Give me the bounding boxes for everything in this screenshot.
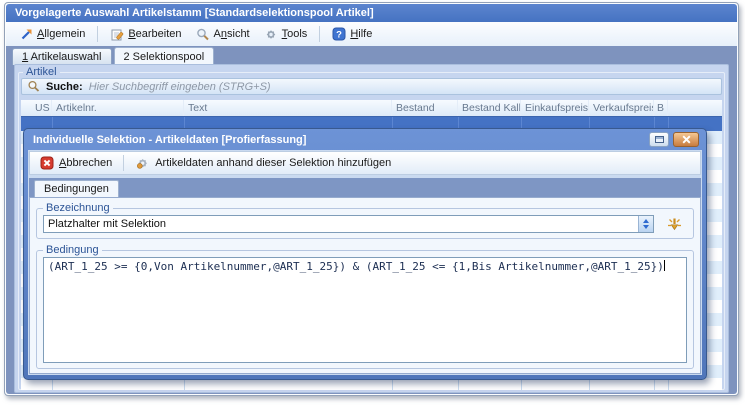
- column-header-einkaufspreis[interactable]: Einkaufspreis: [521, 100, 589, 116]
- selection-dialog: Individuelle Selektion - Artikeldaten [P…: [23, 128, 707, 380]
- apply-placeholder-icon[interactable]: [666, 216, 683, 232]
- main-window: Vorgelagerte Auswahl Artikelstamm [Stand…: [4, 2, 739, 396]
- menu-hilfe[interactable]: ? Hilfe: [326, 25, 378, 43]
- menu-item-label: Bearbeiten: [128, 28, 181, 40]
- cancel-button[interactable]: Abbrechen: [34, 154, 118, 172]
- cancel-button-label: Abbrechen: [59, 157, 112, 169]
- menu-item-label: Allgemein: [37, 28, 85, 40]
- column-header-artikelnr[interactable]: Artikelnr.: [52, 100, 184, 116]
- tab-selektionspool[interactable]: 2 Selektionspool: [114, 47, 215, 65]
- menu-separator: [97, 26, 98, 42]
- tab-label: Bedingungen: [44, 183, 109, 195]
- menu-item-label: Tools: [282, 28, 308, 40]
- menu-item-label: Hilfe: [350, 28, 372, 40]
- application-backdrop: Vorgelagerte Auswahl Artikelstamm [Stand…: [0, 0, 745, 406]
- magnifier-icon: [196, 28, 210, 41]
- artikel-group-label: Artikel: [23, 66, 60, 78]
- menu-tools[interactable]: Tools: [258, 26, 314, 43]
- table-header-row: US Artikelnr. Text Bestand Bestand Kalk.…: [21, 100, 722, 116]
- dialog-titlebar[interactable]: Individuelle Selektion - Artikeldaten [P…: [24, 129, 706, 150]
- bezeichnung-row: Platzhalter mit Selektion: [43, 215, 687, 233]
- column-header-bestand-kalk[interactable]: Bestand Kalk.: [458, 100, 521, 116]
- search-input-placeholder[interactable]: Hier Suchbegriff eingeben (STRG+S): [89, 81, 271, 93]
- close-button[interactable]: [673, 132, 699, 147]
- spinner-down-icon: [643, 225, 649, 229]
- search-bar[interactable]: Suche: Hier Suchbegriff eingeben (STRG+S…: [21, 78, 722, 95]
- restore-button[interactable]: [649, 132, 669, 147]
- menu-bar: Allgemein Bearbeiten Ansicht Tools: [6, 22, 737, 46]
- svg-text:?: ?: [336, 30, 342, 41]
- window-title: Vorgelagerte Auswahl Artikelstamm [Stand…: [15, 7, 374, 19]
- column-header-bestand[interactable]: Bestand: [392, 100, 458, 116]
- add-articles-button[interactable]: Artikeldaten anhand dieser Selektion hin…: [129, 154, 397, 172]
- menu-separator: [319, 26, 320, 42]
- bezeichnung-selected-value: Platzhalter mit Selektion: [44, 216, 638, 232]
- help-icon: ?: [332, 27, 346, 41]
- text-caret: [664, 260, 665, 271]
- gear-icon: [264, 28, 278, 41]
- edit-notebook-icon: [110, 28, 124, 41]
- bedingung-group-label: Bedingung: [43, 244, 102, 256]
- bezeichnung-group-label: Bezeichnung: [43, 202, 113, 214]
- main-tabstrip: 1 Artikelauswahl 2 Selektionspool: [6, 46, 737, 65]
- column-header-text[interactable]: Text: [184, 100, 392, 116]
- column-header-filler: [668, 100, 722, 116]
- tab-label: 2 Selektionspool: [124, 51, 205, 63]
- column-header-verkaufspreis[interactable]: Verkaufspreis: [589, 100, 654, 116]
- tab-bedingungen[interactable]: Bedingungen: [34, 180, 119, 197]
- cancel-x-icon: [40, 156, 54, 170]
- column-header-us[interactable]: US: [21, 100, 52, 116]
- dialog-toolbar: Abbrechen Artikeldaten anhand dieser Sel…: [29, 151, 701, 175]
- dialog-title: Individuelle Selektion - Artikeldaten [P…: [33, 134, 306, 146]
- menu-ansicht[interactable]: Ansicht: [190, 26, 256, 43]
- restore-icon: [655, 136, 664, 143]
- main-titlebar[interactable]: Vorgelagerte Auswahl Artikelstamm [Stand…: [6, 4, 737, 22]
- menu-bearbeiten[interactable]: Bearbeiten: [104, 26, 187, 43]
- column-header-b[interactable]: B: [654, 100, 668, 116]
- toolbar-separator: [123, 155, 124, 171]
- dialog-body: Abbrechen Artikeldaten anhand dieser Sel…: [28, 150, 702, 375]
- bezeichnung-group: Bezeichnung Platzhalter mit Selektion: [36, 202, 694, 239]
- add-articles-button-label: Artikeldaten anhand dieser Selektion hin…: [155, 157, 391, 169]
- bezeichnung-select[interactable]: Platzhalter mit Selektion: [43, 215, 654, 233]
- add-selection-icon: [135, 156, 150, 170]
- dialog-content: Bezeichnung Platzhalter mit Selektion: [29, 197, 701, 374]
- tab-artikelauswahl[interactable]: 1 Artikelauswahl: [12, 48, 112, 65]
- bedingung-textarea[interactable]: (ART_1_25 >= {0,Von Artikelnummer,@ART_1…: [43, 257, 687, 363]
- combo-spinner[interactable]: [638, 216, 653, 232]
- spinner-up-icon: [643, 219, 649, 223]
- search-label: Suche:: [46, 81, 83, 93]
- bedingung-group: Bedingung (ART_1_25 >= {0,Von Artikelnum…: [36, 244, 694, 369]
- bedingung-expression: (ART_1_25 >= {0,Von Artikelnummer,@ART_1…: [48, 260, 664, 273]
- tab-label: 1 Artikelauswahl: [22, 51, 102, 63]
- menu-allgemein[interactable]: Allgemein: [14, 26, 91, 43]
- dialog-tabstrip: Bedingungen: [29, 178, 701, 197]
- arrow-up-right-icon: [20, 28, 33, 41]
- search-icon: [27, 80, 40, 93]
- close-icon: [682, 135, 691, 144]
- menu-item-label: Ansicht: [214, 28, 250, 40]
